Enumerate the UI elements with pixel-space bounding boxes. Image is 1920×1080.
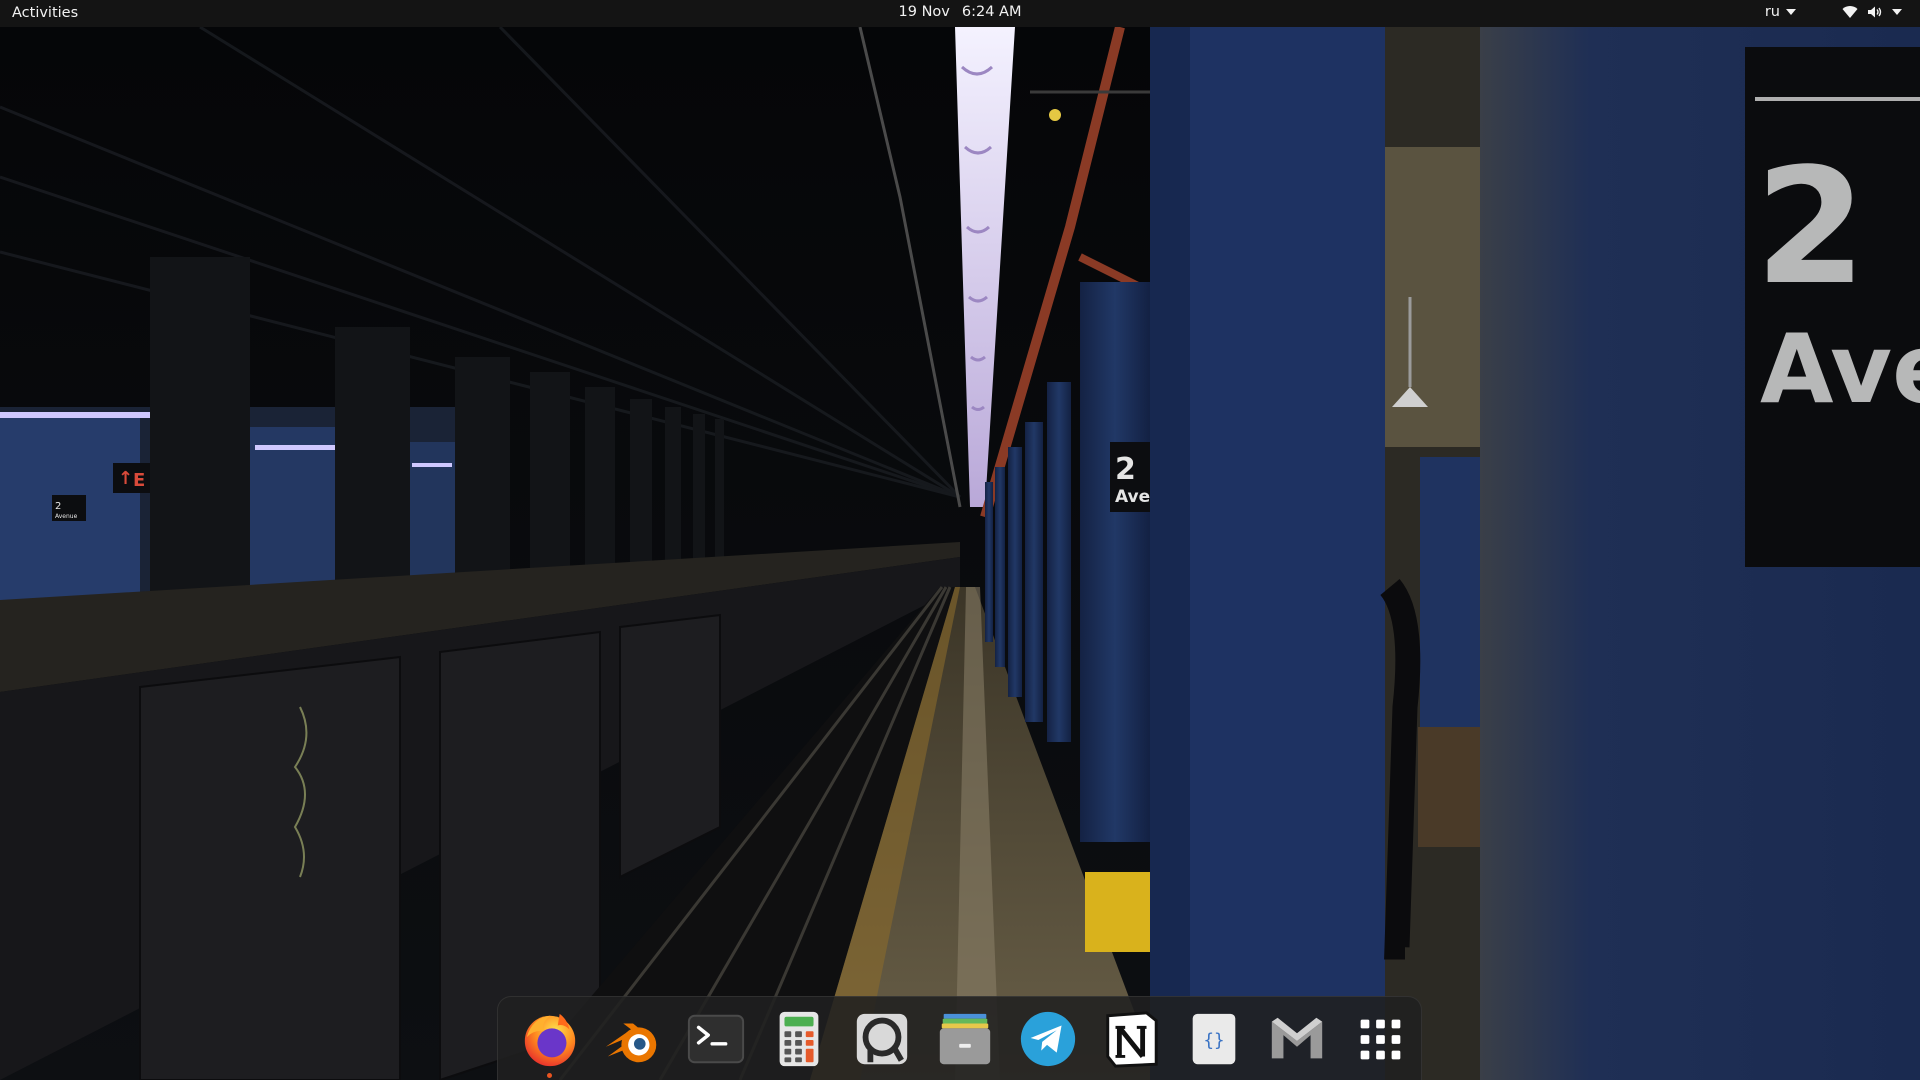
- dock-item-blender[interactable]: [591, 997, 674, 1080]
- telegram-icon: [1020, 1011, 1075, 1066]
- blender-icon: [605, 1023, 656, 1062]
- terminal-icon: [687, 1014, 744, 1063]
- code-editor-icon: {}: [1192, 1013, 1235, 1064]
- sign-mid-text: Ave: [1115, 487, 1150, 507]
- sign-big-text: Ave: [1760, 315, 1920, 425]
- archive-manager-icon: [939, 1013, 990, 1064]
- dock-item-calculator[interactable]: [757, 997, 840, 1080]
- running-indicator: [547, 1072, 552, 1078]
- show-applications-icon: [1360, 1019, 1400, 1059]
- svg-text:↑: ↑: [118, 468, 133, 489]
- wifi-icon: [1842, 6, 1858, 19]
- sign-left-text: Avenue: [55, 513, 78, 520]
- sign-left-number: 2: [55, 501, 61, 512]
- clock-time: 6:24 AM: [961, 4, 1022, 20]
- subway-station-photo: 2 Avenue ↑ E 2 Ave 2 Av: [0, 27, 1920, 1080]
- obs-icon: [856, 1013, 907, 1064]
- dock-item-obs[interactable]: [840, 997, 923, 1080]
- dock-item-notion[interactable]: [1089, 997, 1172, 1080]
- dock-item-archive-manager[interactable]: [923, 997, 1006, 1080]
- clock-button[interactable]: 19 Nov 6:24 AM: [899, 4, 1022, 20]
- desktop-wallpaper: 2 Avenue ↑ E 2 Ave 2 Av: [0, 27, 1920, 1080]
- gmail-icon: [1271, 1017, 1322, 1058]
- dock-item-code-editor[interactable]: {}: [1172, 997, 1255, 1080]
- system-tray: ru: [1765, 4, 1902, 20]
- exit-sign: E: [133, 470, 145, 491]
- svg-text:{}: {}: [1203, 1030, 1224, 1050]
- dock-item-firefox[interactable]: [508, 997, 591, 1080]
- sign-mid-number: 2: [1115, 452, 1136, 487]
- system-menu-arrow-icon: [1892, 9, 1902, 15]
- activities-button[interactable]: Activities: [12, 5, 78, 21]
- dock-item-telegram[interactable]: [1006, 997, 1089, 1080]
- keyboard-layout-indicator[interactable]: ru: [1765, 4, 1796, 20]
- dock-item-show-applications[interactable]: [1338, 997, 1421, 1080]
- language-label: ru: [1764, 4, 1780, 20]
- dock-item-terminal[interactable]: [674, 997, 757, 1080]
- dock-item-gmail[interactable]: [1255, 997, 1338, 1080]
- notion-icon: [1105, 1010, 1158, 1068]
- system-menu[interactable]: [1842, 5, 1902, 19]
- volume-icon: [1868, 6, 1882, 18]
- sign-big-number: 2: [1755, 133, 1866, 320]
- top-bar: Activities 19 Nov 6:24 AM ru: [0, 0, 1920, 27]
- dock: {}: [497, 996, 1422, 1080]
- firefox-icon: [524, 1013, 575, 1066]
- chevron-down-icon: [1786, 9, 1796, 15]
- clock-date: 19 Nov: [898, 4, 950, 20]
- calculator-icon: [779, 1011, 818, 1066]
